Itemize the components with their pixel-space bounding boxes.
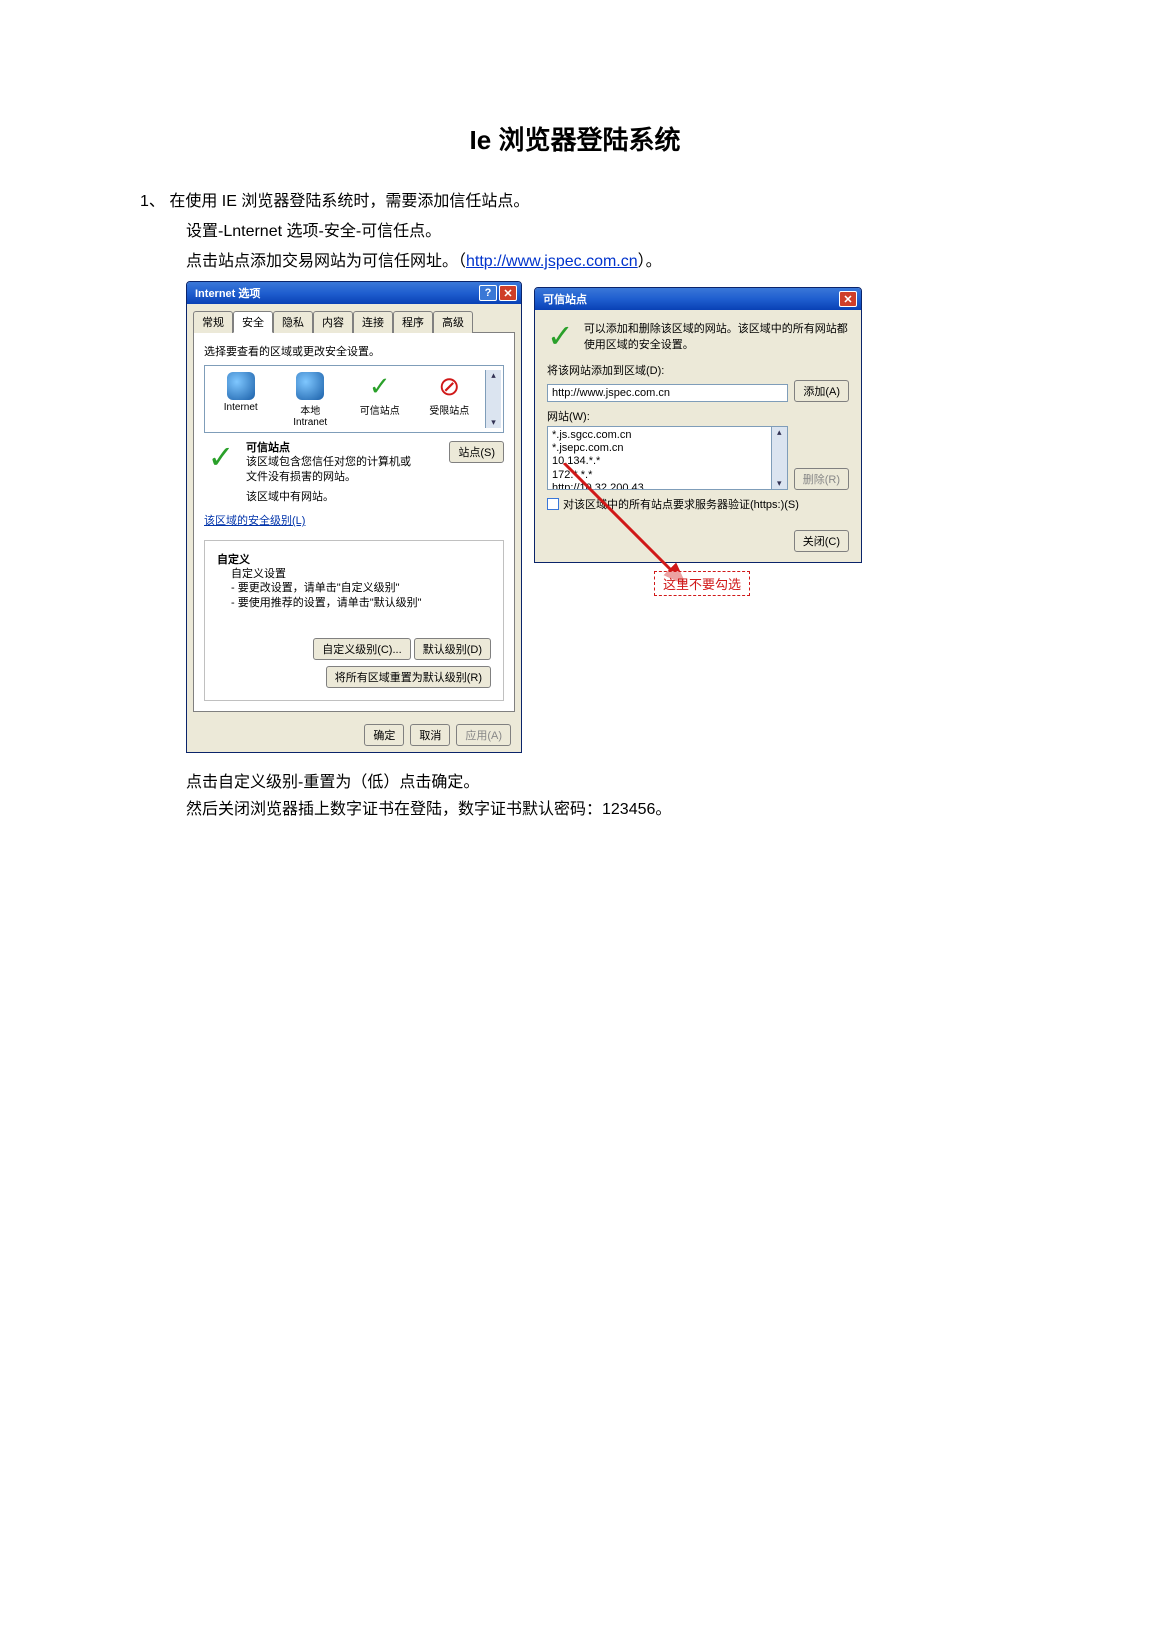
paragraph-3: 点击站点添加交易网站为可信任网址。（http://www.jspec.com.c… bbox=[186, 247, 1010, 271]
tab-privacy[interactable]: 隐私 bbox=[273, 311, 313, 333]
apply-button[interactable]: 应用(A) bbox=[456, 724, 511, 746]
close-button[interactable]: ✕ bbox=[839, 291, 857, 307]
annotation-label: 这里不要勾选 bbox=[654, 571, 750, 596]
close-button[interactable]: ✕ bbox=[499, 285, 517, 301]
trusted-sites-dialog: 可信站点 ✕ ✓ 可以添加和删除该区域的网站。该区域中的所有网站都使用区域的安全… bbox=[534, 287, 862, 563]
zone-scrollbar[interactable]: ▴▾ bbox=[485, 370, 501, 428]
tab-programs[interactable]: 程序 bbox=[393, 311, 433, 333]
tab-connections[interactable]: 连接 bbox=[353, 311, 393, 333]
custom-fieldset: 自定义 自定义设置 - 要更改设置，请单击"自定义级别" - 要使用推荐的设置，… bbox=[204, 540, 504, 701]
zone-trusted[interactable]: ✓ 可信站点 bbox=[346, 370, 414, 428]
internet-options-dialog: Internet 选项 ? ✕ 常规 安全 隐私 内容 连接 程序 高级 选择要… bbox=[186, 281, 522, 753]
dlg2-title: 可信站点 bbox=[543, 291, 837, 307]
remove-button[interactable]: 删除(R) bbox=[794, 468, 849, 490]
ok-button[interactable]: 确定 bbox=[364, 724, 404, 746]
reset-zones-button[interactable]: 将所有区域重置为默认级别(R) bbox=[326, 666, 491, 688]
dlg1-title: Internet 选项 bbox=[195, 285, 477, 301]
para3-prefix: 点击站点添加交易网站为可信任网址。（ bbox=[186, 253, 466, 270]
para3-suffix: ）。 bbox=[638, 253, 662, 270]
tab-strip: 常规 安全 隐私 内容 连接 程序 高级 bbox=[187, 304, 521, 332]
https-required-label: 对该区域中的所有站点要求服务器验证(https:)(S) bbox=[563, 496, 799, 512]
check-icon: ✓ bbox=[547, 320, 574, 352]
add-site-label: 将该网站添加到区域(D): bbox=[547, 362, 849, 378]
add-site-input[interactable] bbox=[547, 384, 788, 402]
tab-advanced[interactable]: 高级 bbox=[433, 311, 473, 333]
trusted-desc-2: 文件没有损害的网站。 bbox=[246, 470, 441, 484]
dlg1-footer: 确定 取消 应用(A) bbox=[187, 718, 521, 752]
sites-listbox[interactable]: *.js.sgcc.com.cn *.jsepc.com.cn 10.134.*… bbox=[547, 426, 788, 490]
list-scrollbar[interactable]: ▴▾ bbox=[771, 427, 787, 489]
add-button[interactable]: 添加(A) bbox=[794, 380, 849, 402]
paragraph-2: 设置-Lnternet 选项-安全-可信任点。 bbox=[186, 217, 1010, 241]
globe-icon bbox=[227, 372, 255, 400]
trusted-desc-1: 该区域包含您信任对您的计算机或 bbox=[246, 455, 441, 469]
tab-general[interactable]: 常规 bbox=[193, 311, 233, 333]
doc-title: Ie 浏览器登陆系统 bbox=[140, 120, 1010, 157]
check-icon: ✓ bbox=[204, 441, 238, 504]
check-icon: ✓ bbox=[366, 372, 394, 400]
post-line-1: 点击自定义级别-重置为（低）点击确定。 bbox=[186, 769, 1010, 796]
jspec-link[interactable]: http://www.jspec.com.cn bbox=[466, 253, 638, 270]
https-required-checkbox[interactable] bbox=[547, 498, 559, 510]
dlg2-body: ✓ 可以添加和删除该区域的网站。该区域中的所有网站都使用区域的安全设置。 将该网… bbox=[535, 310, 861, 562]
custom-heading: 自定义 bbox=[217, 551, 491, 567]
zone-list: Internet 本地 Intranet ✓ 可信站点 ⊘ 受限站点 ▴▾ bbox=[204, 365, 504, 433]
sites-button[interactable]: 站点(S) bbox=[449, 441, 504, 463]
dlg1-titlebar: Internet 选项 ? ✕ bbox=[187, 282, 521, 304]
custom-line-2: - 要更改设置，请单击"自定义级别" bbox=[231, 581, 491, 595]
trusted-desc-3: 该区域中有网站。 bbox=[246, 490, 441, 504]
dlg2-intro: 可以添加和删除该区域的网站。该区域中的所有网站都使用区域的安全设置。 bbox=[584, 320, 849, 352]
zone-intranet[interactable]: 本地 Intranet bbox=[277, 370, 345, 428]
help-button[interactable]: ? bbox=[479, 285, 497, 301]
security-tab-body: 选择要查看的区域或更改安全设置。 Internet 本地 Intranet ✓ … bbox=[193, 332, 515, 712]
deny-icon: ⊘ bbox=[435, 372, 463, 400]
select-zone-label: 选择要查看的区域或更改安全设置。 bbox=[204, 343, 504, 359]
zone-restricted[interactable]: ⊘ 受限站点 bbox=[416, 370, 484, 428]
list-item[interactable]: 10.134.*.* bbox=[552, 455, 769, 468]
trusted-sites-section: ✓ 可信站点 该区域包含您信任对您的计算机或 文件没有损害的网站。 该区域中有网… bbox=[204, 441, 504, 504]
custom-line-3: - 要使用推荐的设置，请单击"默认级别" bbox=[231, 596, 491, 610]
post-line-2: 然后关闭浏览器插上数字证书在登陆，数字证书默认密码：123456。 bbox=[186, 796, 1010, 823]
dlg2-titlebar: 可信站点 ✕ bbox=[535, 288, 861, 310]
close-dialog-button[interactable]: 关闭(C) bbox=[794, 530, 849, 552]
globe-icon bbox=[296, 372, 324, 400]
tab-security[interactable]: 安全 bbox=[233, 311, 273, 333]
trusted-sites-wrap: 可信站点 ✕ ✓ 可以添加和删除该区域的网站。该区域中的所有网站都使用区域的安全… bbox=[534, 281, 862, 563]
screenshot-row: Internet 选项 ? ✕ 常规 安全 隐私 内容 连接 程序 高级 选择要… bbox=[186, 281, 1010, 753]
list-item[interactable]: http://10.32.200.43 bbox=[552, 482, 769, 490]
custom-level-button[interactable]: 自定义级别(C)... bbox=[313, 638, 410, 660]
zone-internet[interactable]: Internet bbox=[207, 370, 275, 428]
list-item[interactable]: *.js.sgcc.com.cn bbox=[552, 429, 769, 442]
tab-content[interactable]: 内容 bbox=[313, 311, 353, 333]
paragraph-1: 1、 在使用 IE 浏览器登陆系统时，需要添加信任站点。 bbox=[140, 187, 1010, 211]
custom-line-1: 自定义设置 bbox=[231, 567, 491, 581]
list-item[interactable]: *.jsepc.com.cn bbox=[552, 442, 769, 455]
security-level-link[interactable]: 该区域的安全级别(L) bbox=[204, 512, 504, 528]
trusted-sites-heading: 可信站点 bbox=[246, 441, 441, 455]
default-level-button[interactable]: 默认级别(D) bbox=[414, 638, 491, 660]
list-item[interactable]: 172.*.*.* bbox=[552, 469, 769, 482]
sites-list-label: 网站(W): bbox=[547, 408, 849, 424]
cancel-button[interactable]: 取消 bbox=[410, 724, 450, 746]
